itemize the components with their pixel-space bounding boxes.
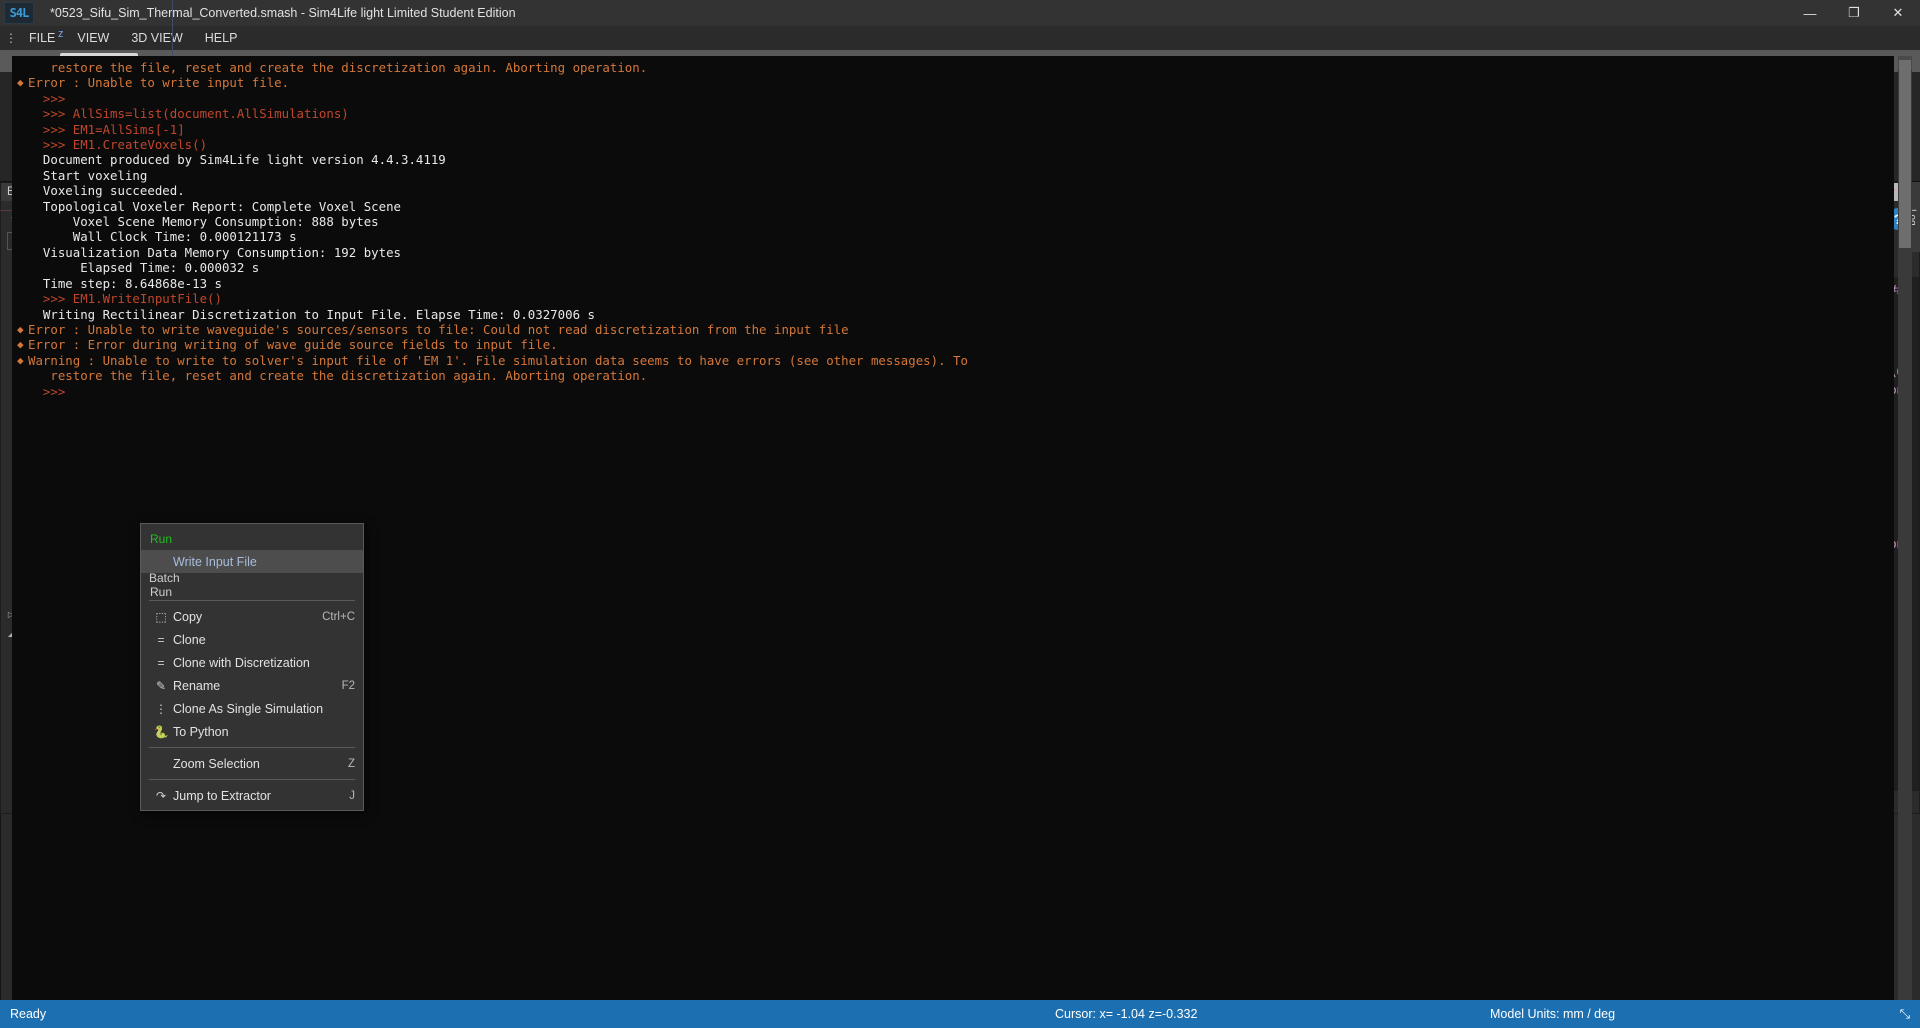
menu-kebab-icon[interactable]: ⋮ [4,32,18,44]
console-line: Writing Rectilinear Discretization to In… [28,306,595,322]
context-menu-item-to-python[interactable]: 🐍 To Python [141,720,363,743]
jump-extractor-icon: ↷ [155,788,167,803]
console-line: Voxel Scene Memory Consumption: 888 byte… [28,214,379,230]
console-bullet-icon: ◆ [17,353,24,367]
context-menu-item-label: Copy [173,609,203,624]
context-menu-separator [149,779,355,780]
console-line: Document produced by Sim4Life light vers… [28,152,446,168]
context-menu-item-run[interactable]: Run [141,527,363,550]
context-menu-item-clone-with-discretization[interactable]: = Clone with Discretization [141,651,363,674]
context-menu-separator [149,747,355,748]
title-bar: S4L *0523_Sifu_Sim_Thermal_Converted.sma… [0,0,1920,26]
to-python-icon: 🐍 [153,724,169,739]
console-line: Voxeling succeeded. [28,183,185,199]
console-line: ◆ Error : Unable to write waveguide's sou… [17,321,849,337]
context-menu-item-clone[interactable]: = Clone [141,628,363,651]
rename-icon: ✎ [155,678,167,693]
close-button[interactable]: ✕ [1876,0,1920,26]
console-line: Visualization Data Memory Consumption: 1… [28,244,401,260]
window-controls: — ❐ ✕ [1788,0,1920,26]
console-line: Elapsed Time: 0.000032 s [28,260,260,276]
context-menu-item-clone-as-single-simulation[interactable]: ⋮ Clone As Single Simulation [141,697,363,720]
console-line: >>> EM1=AllSims[-1] [28,121,185,137]
context-menu-item-rename[interactable]: ✎ Rename F2 [141,674,363,697]
context-menu-shortcut: F2 [341,679,355,692]
context-menu-item-label: Clone [173,632,206,647]
clone-single-icon: ⋮ [155,701,167,716]
context-menu: Run Write Input File Batch Run ⬚ Copy Ctrl+C =… [140,523,364,811]
context-menu-item-copy[interactable]: ⬚ Copy Ctrl+C [141,605,363,628]
console-line: Wall Clock Time: 0.000121173 s [28,229,297,245]
console-line: Start voxeling [28,167,148,183]
context-menu-item-jump-to-extractor[interactable]: ↷ Jump to Extractor J [141,784,363,807]
console-line: restore the file, reset and create the d… [28,60,648,75]
menu-view[interactable]: VIEW [66,29,120,47]
menu-3d-view[interactable]: 3D VIEW [120,29,193,47]
status-units: Model Units: mm / deg [1490,1007,1616,1021]
console-bullet-icon: ◆ [17,338,24,352]
console-scrollbar-thumb[interactable] [1899,60,1911,248]
context-menu-item-label: Clone with Discretization [173,655,310,670]
console-line: ◆ Warning : Unable to write to solver's i… [17,352,968,368]
status-cursor: Cursor: x= -1.04 z=-0.332 [1055,1007,1198,1021]
window-title: *0523_Sifu_Sim_Thermal_Converted.smash -… [50,6,516,20]
console-line: restore the file, reset and create the d… [28,368,648,384]
console-line: >>> EM1.WriteInputFile() [28,291,222,307]
clone-icon: = [157,632,165,647]
context-menu-item-batch-run[interactable]: Batch Run [141,570,363,599]
context-menu-item-label: To Python [173,724,229,739]
console-line: ◆ Error : Unable to write input file. [17,75,290,91]
context-menu-item-label: Clone As Single Simulation [173,701,324,716]
console-scrollbar[interactable]: ▲ ▼ [1898,56,1912,1016]
context-menu-item-label: Jump to Extractor [173,788,271,803]
status-resize-grip[interactable]: ⤡ [1900,1006,1920,1022]
console-line: >>> [28,90,66,106]
context-menu-shortcut: Z [347,757,355,770]
console-bullet-icon: ◆ [17,322,24,336]
maximize-button[interactable]: ❐ [1832,0,1876,26]
batch-run-icon: Batch Run [149,570,180,599]
app-logo-icon: S4L [4,2,34,24]
minimize-button[interactable]: — [1788,0,1832,26]
context-menu-item-zoom-selection[interactable]: Zoom Selection Z [141,752,363,775]
context-menu-shortcut: J [349,789,355,802]
copy-icon: ⬚ [155,609,167,624]
context-menu-item-label: Rename [173,678,221,693]
console-line: Topological Voxeler Report: Complete Vox… [28,198,401,214]
console-line: Time step: 8.64868e-13 s [28,275,222,291]
run-icon: Run [149,531,172,546]
menu-help[interactable]: HELP [194,29,249,47]
context-menu-item-label: Zoom Selection [173,756,260,771]
menu-bar: ⋮ FILE VIEW 3D VIEW HELP [0,26,1920,50]
context-menu-item-label: Write Input File [173,554,257,569]
console-line: ◆ Error : Error during writing of wave gu… [17,337,558,353]
status-ready: Ready [10,1007,47,1021]
axis-label-z: z [58,28,64,40]
context-menu-separator [149,600,355,601]
status-bar: Ready Cursor: x= -1.04 z=-0.332 Model Un… [0,1000,1920,1028]
clone-discretization-icon: = [157,655,165,670]
application-window: S4L *0523_Sifu_Sim_Thermal_Converted.sma… [0,0,1920,1028]
console-line: >>> EM1.CreateVoxels() [28,137,208,153]
console-line: >>> AllSims=list(document.AllSimulations… [28,106,349,122]
console-line: >>> [28,383,66,399]
context-menu-shortcut: Ctrl+C [322,610,355,623]
console-bullet-icon: ◆ [17,76,24,90]
